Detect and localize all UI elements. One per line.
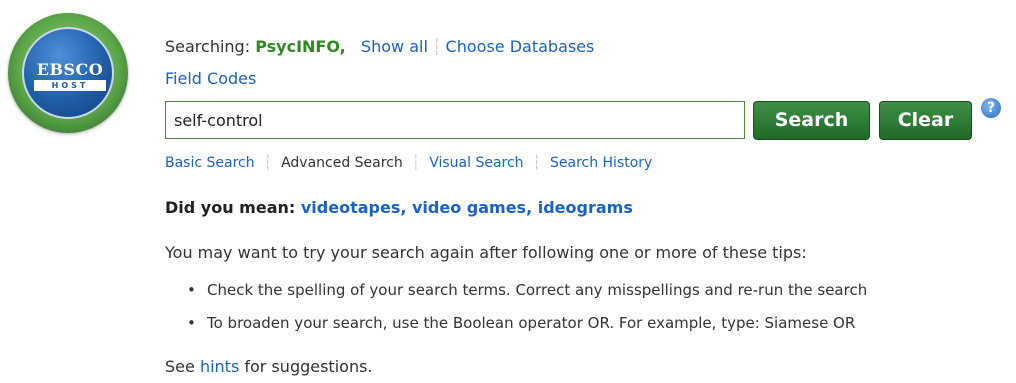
tip-text: Check the spelling of your search terms.…	[207, 281, 868, 299]
visual-search-link[interactable]: Visual Search	[429, 155, 523, 171]
tip-text: To broaden your search, use the Boolean …	[207, 314, 856, 332]
ebscohost-logo[interactable]: EBSCO HOST	[8, 13, 128, 133]
logo-word: EBSCO	[36, 60, 104, 79]
search-history-link[interactable]: Search History	[550, 155, 652, 171]
search-button[interactable]: Search	[753, 101, 870, 140]
logo-host: HOST	[34, 80, 106, 91]
searching-label: Searching:	[165, 37, 251, 56]
suggestion-link[interactable]: ideograms	[538, 198, 633, 217]
choose-databases-link[interactable]: Choose Databases	[446, 37, 595, 56]
hints-line: See hints for suggestions.	[165, 356, 373, 378]
tip-item: • Check the spelling of your search term…	[185, 277, 1016, 310]
clear-button[interactable]: Clear	[879, 101, 972, 140]
tips-list: • Check the spelling of your search term…	[185, 277, 1016, 343]
searching-line: Searching: PsycINFO, Show all ┆ Choose Dat…	[165, 36, 594, 58]
basic-search-link[interactable]: Basic Search	[165, 155, 255, 171]
database-name: PsycINFO,	[255, 37, 346, 56]
field-codes-line: Field Codes	[165, 68, 256, 90]
logo-inner-circle: EBSCO HOST	[22, 27, 114, 119]
separator: ┆	[411, 155, 421, 171]
bullet-icon: •	[187, 314, 196, 332]
hints-suffix: for suggestions.	[244, 357, 373, 376]
hints-prefix: See	[165, 357, 195, 376]
separator: ┆	[431, 37, 442, 56]
page: EBSCO HOST Searching: PsycINFO, Show all…	[0, 0, 1016, 383]
did-you-mean-label: Did you mean:	[165, 198, 296, 217]
hints-link[interactable]: hints	[200, 357, 239, 376]
bullet-icon: •	[187, 281, 196, 299]
tip-item: • To broaden your search, use the Boolea…	[185, 310, 1016, 343]
help-icon[interactable]: ?	[981, 98, 1001, 118]
show-all-link[interactable]: Show all	[361, 37, 428, 56]
field-codes-link[interactable]: Field Codes	[165, 69, 256, 88]
search-mode-links: Basic Search ┆ Advanced Search ┆ Visual Sear…	[165, 152, 652, 174]
separator: ┆	[263, 155, 273, 171]
suggestion-link[interactable]: video games,	[412, 198, 532, 217]
separator: ┆	[532, 155, 541, 171]
search-input[interactable]	[165, 101, 745, 139]
tips-intro: You may want to try your search again af…	[165, 243, 807, 262]
suggestion-link[interactable]: videotapes,	[301, 198, 407, 217]
did-you-mean: Did you mean: videotapes, video games, i…	[165, 197, 633, 219]
advanced-search-current: Advanced Search	[281, 155, 403, 171]
